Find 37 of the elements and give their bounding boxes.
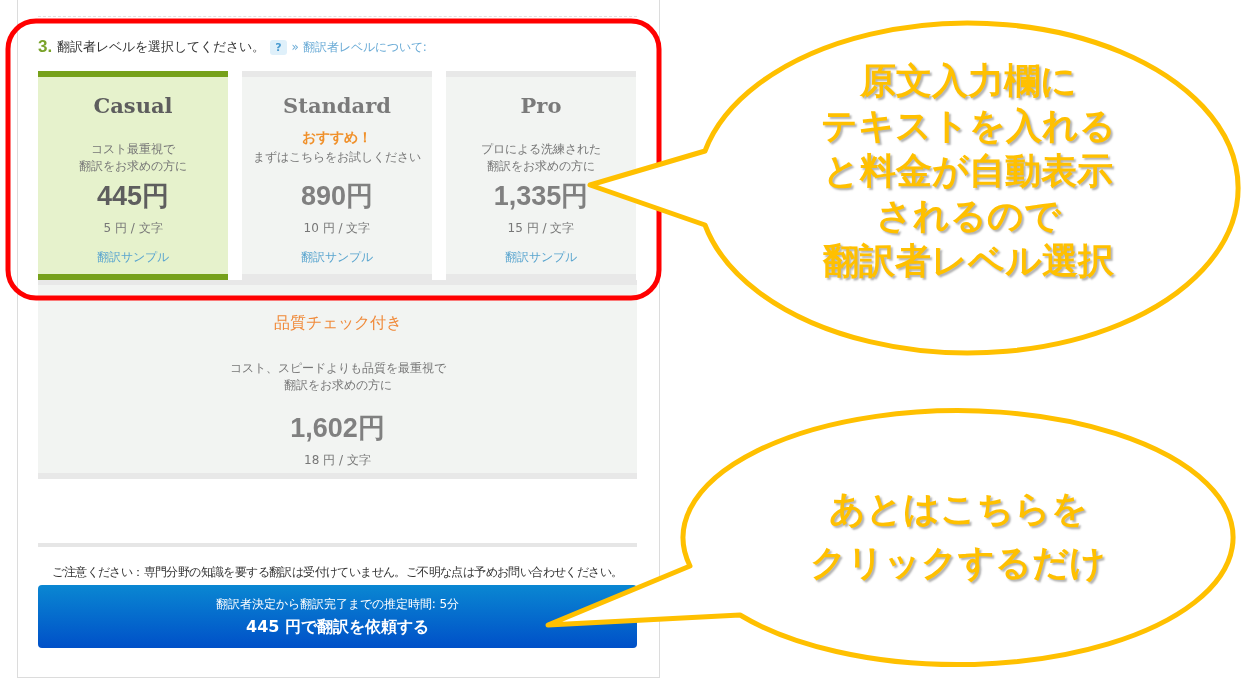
level-description: まずはこちらをお試しください — [253, 149, 421, 166]
sample-link[interactable]: 翻訳サンプル — [97, 249, 169, 266]
callout-text: クリックするだけ — [810, 541, 1106, 585]
level-rate: 18 円 / 文字 — [304, 452, 371, 469]
callout-text: と料金が自動表示 — [823, 149, 1113, 193]
level-price: 890円 — [300, 180, 374, 213]
level-card[interactable]: 品質チェック付き コスト、スピードよりも品質を最重視で 翻訳をお求めの方に 1,602円 18 円 / 文字 — [38, 280, 637, 479]
level-rate: 15 円 / 文字 — [507, 220, 575, 237]
level-card[interactable]: Pro プロによる洗練された 翻訳をお求めの方に 1,335円 15 円 / 文字 翻訳サンプル — [446, 71, 636, 280]
level-description: コスト最重視で 翻訳をお求めの方に — [79, 141, 187, 175]
level-rate: 5 円 / 文字 — [103, 220, 163, 237]
level-price: 1,602円 — [290, 412, 385, 445]
sample-link[interactable]: 翻訳サンプル — [301, 249, 373, 266]
level-description: プロによる洗練された 翻訳をお求めの方に — [481, 141, 601, 175]
order-button[interactable]: 翻訳者決定から翻訳完了までの推定時間: 5分 445 円で翻訳を依頼する — [38, 585, 637, 648]
step-title: 翻訳者レベルを選択してください。 — [57, 38, 266, 56]
step-number: 3. — [38, 37, 53, 57]
level-card[interactable]: Standard おすすめ！ まずはこちらをお試しください 890円 10 円 / 文字 翻訳サンプル — [242, 71, 432, 280]
level-name: Standard — [283, 93, 391, 120]
level-description: コスト、スピードよりも品質を最重視で 翻訳をお求めの方に — [229, 360, 446, 394]
notice-text: ご注意ください：専門分野の知識を要する翻訳は受付けていません。ご不明な点は予めお問い合わせください。 — [51, 564, 624, 581]
level-info-link[interactable]: » 翻訳者レベルについて: — [291, 38, 427, 56]
level-name: Casual — [93, 93, 173, 120]
recommend-label: おすすめ！ — [302, 129, 372, 147]
level-price: 445円 — [96, 180, 170, 213]
level-name: Pro — [520, 93, 562, 120]
level-name: 品質チェック付き — [273, 313, 402, 334]
callout-text: あとはこちらを — [828, 487, 1088, 531]
callout-text: 翻訳者レベル選択 — [822, 239, 1114, 283]
callout-text: 原文入力欄に — [859, 59, 1077, 103]
level-price: 1,335円 — [493, 180, 589, 213]
level-rate: 10 円 / 文字 — [303, 220, 371, 237]
callout-text: テキストを入れる — [820, 104, 1116, 148]
help-button[interactable]: ? — [270, 39, 287, 55]
level-card[interactable]: Casual コスト最重視で 翻訳をお求めの方に 445円 5 円 / 文字 翻訳サンプル — [38, 71, 228, 280]
callout-text: されるので — [875, 194, 1061, 238]
sample-link[interactable]: 翻訳サンプル — [505, 249, 577, 266]
